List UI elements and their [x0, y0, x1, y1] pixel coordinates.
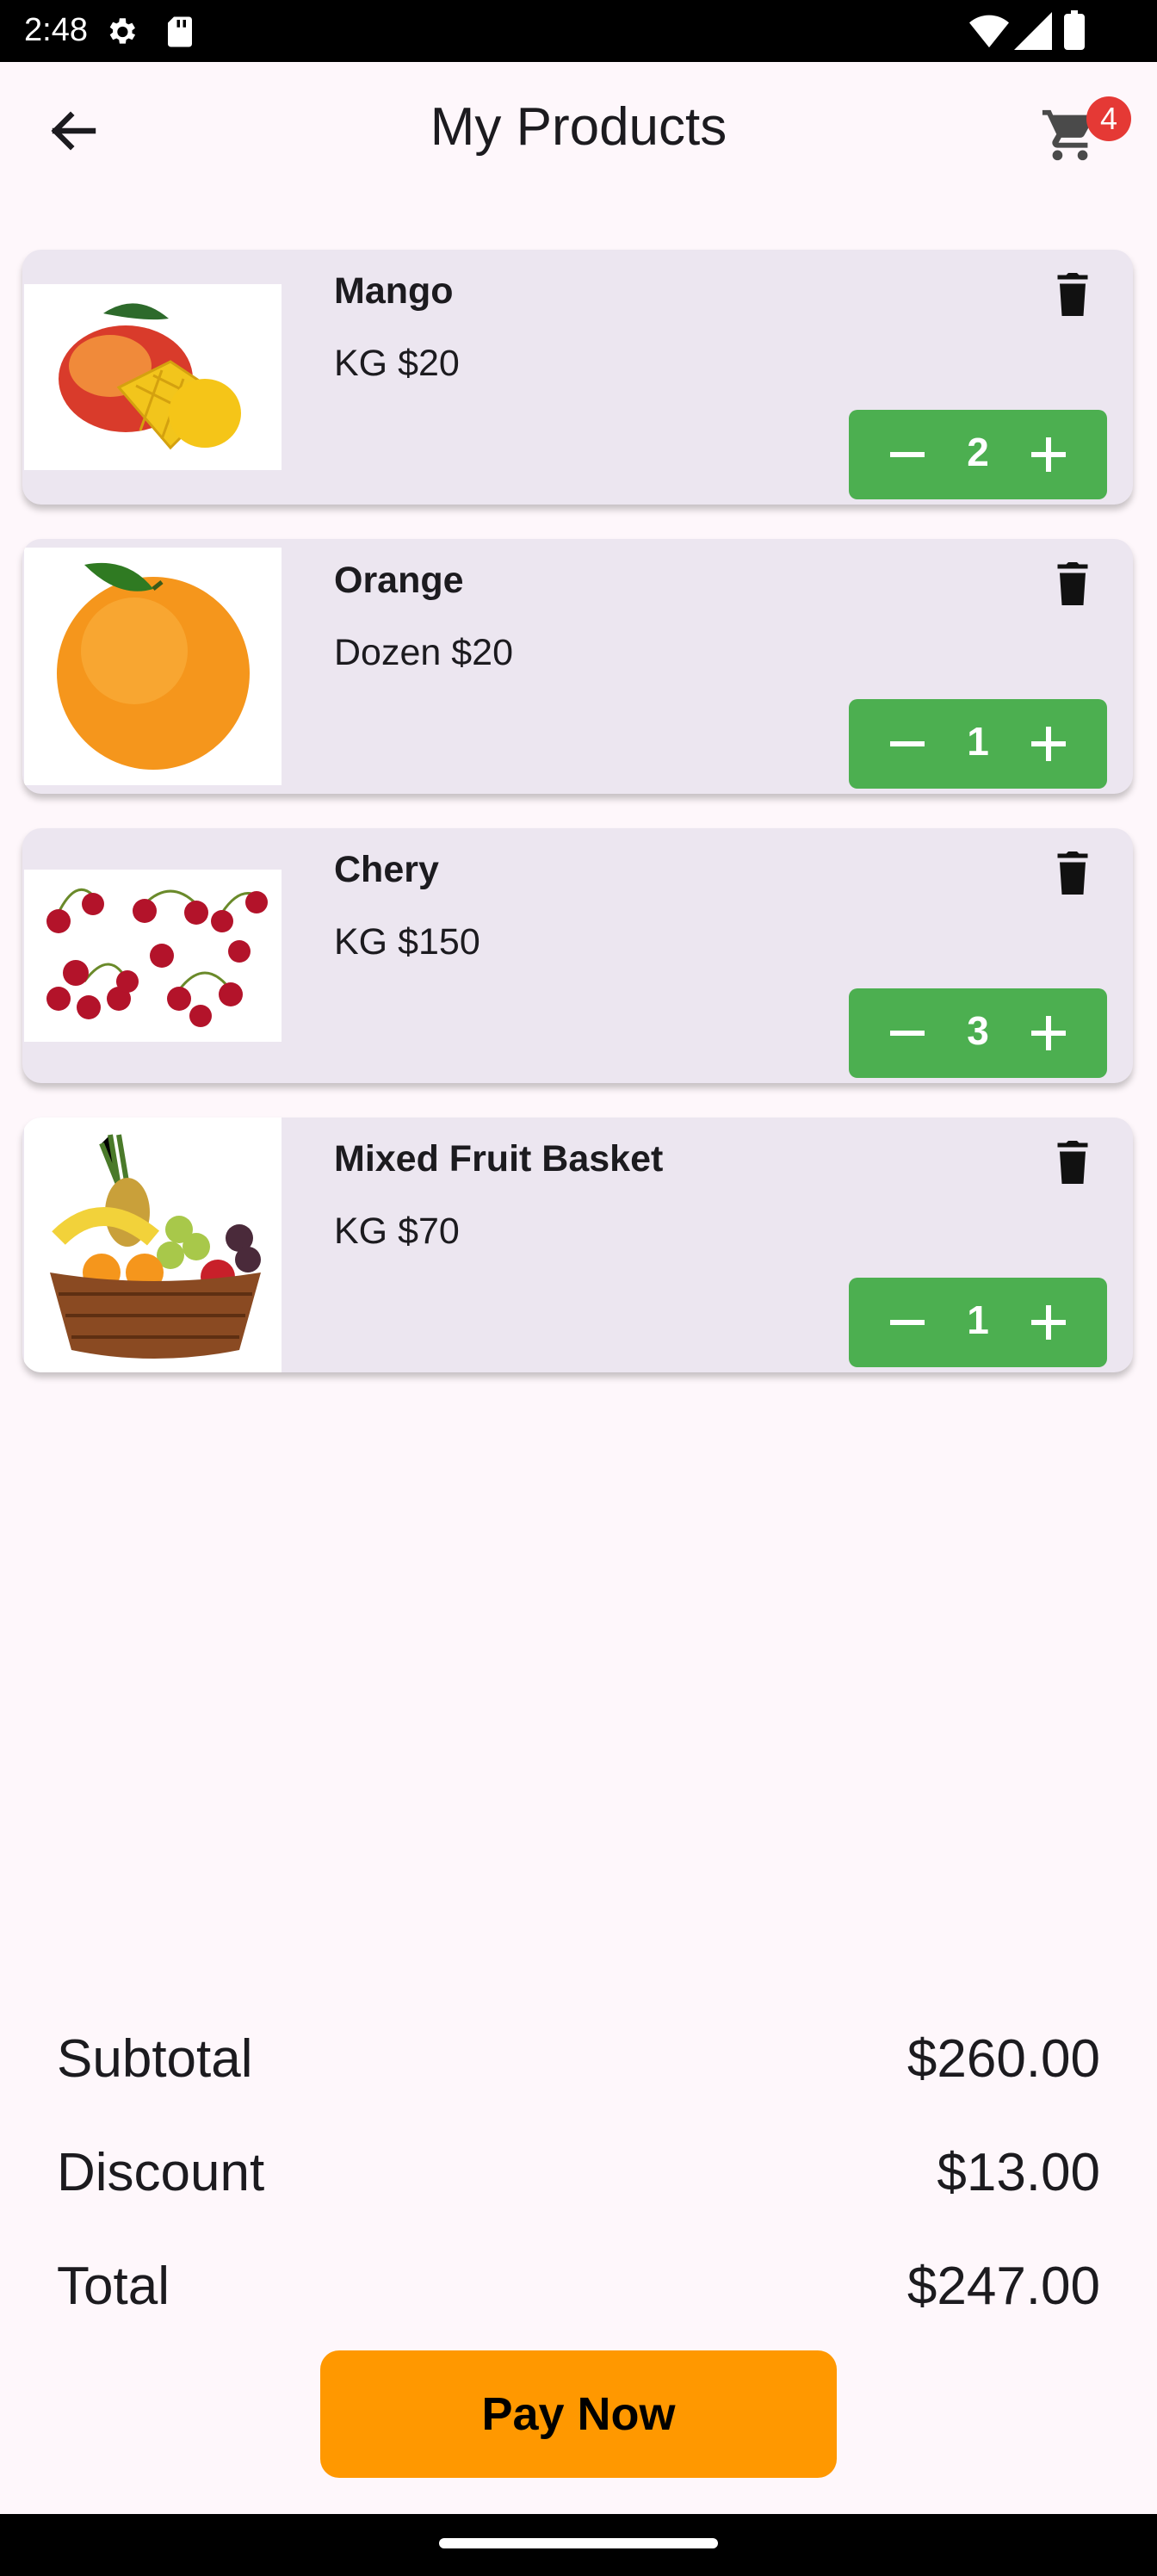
wifi-icon — [969, 15, 1009, 48]
total-value: $247.00 — [906, 2257, 1100, 2316]
plus-icon[interactable] — [1028, 1012, 1069, 1054]
orange-image — [57, 562, 250, 770]
delete-button[interactable] — [1047, 558, 1098, 610]
fruit-basket-image — [50, 1134, 261, 1359]
mango-image — [59, 303, 241, 450]
cherry-image — [46, 888, 268, 1027]
settings-icon — [109, 18, 136, 44]
quantity-value: 1 — [967, 1297, 989, 1342]
product-card: Chery KG $150 3 — [22, 828, 1133, 1083]
product-name: Chery — [334, 849, 439, 890]
subtotal-value: $260.00 — [906, 2029, 1100, 2089]
signal-icon — [1014, 12, 1052, 50]
quantity-stepper: 3 — [849, 988, 1107, 1078]
quantity-stepper: 1 — [849, 699, 1107, 789]
home-gesture-handle[interactable] — [439, 2538, 718, 2548]
quantity-value: 2 — [967, 430, 989, 474]
quantity-value: 1 — [967, 719, 989, 764]
battery-icon — [1064, 10, 1085, 50]
product-price: KG $150 — [334, 921, 480, 963]
quantity-stepper: 1 — [849, 1278, 1107, 1367]
product-card: Orange Dozen $20 1 — [22, 539, 1133, 794]
discount-value: $13.00 — [937, 2143, 1100, 2202]
quantity-stepper: 2 — [849, 410, 1107, 499]
delete-button[interactable] — [1047, 847, 1098, 899]
product-price: KG $20 — [334, 343, 460, 384]
pay-now-button[interactable]: Pay Now — [320, 2350, 837, 2478]
status-bar: 2:48 — [0, 0, 1157, 62]
product-image — [22, 1118, 282, 1372]
minus-icon[interactable] — [887, 1302, 928, 1343]
product-price: KG $70 — [334, 1211, 460, 1252]
cart-count-badge: 4 — [1086, 96, 1131, 141]
delete-button[interactable] — [1047, 269, 1098, 320]
discount-label: Discount — [57, 2143, 265, 2202]
product-price: Dozen $20 — [334, 632, 513, 673]
trash-icon — [1057, 273, 1088, 316]
status-time: 2:48 — [24, 12, 88, 48]
app-bar: My Products 4 — [0, 62, 1157, 200]
minus-icon[interactable] — [887, 1012, 928, 1054]
subtotal-label: Subtotal — [57, 2029, 253, 2089]
product-image — [22, 828, 282, 1083]
product-name: Mixed Fruit Basket — [334, 1138, 664, 1180]
product-name: Orange — [334, 560, 464, 601]
product-card: Mixed Fruit Basket KG $70 1 — [22, 1118, 1133, 1372]
navigation-bar — [0, 2514, 1157, 2576]
product-image — [22, 539, 282, 794]
trash-icon — [1057, 851, 1088, 895]
sd-card-icon — [168, 16, 192, 47]
minus-icon[interactable] — [887, 723, 928, 765]
minus-icon[interactable] — [887, 434, 928, 475]
product-name: Mango — [334, 270, 454, 312]
plus-icon[interactable] — [1028, 1302, 1069, 1343]
total-label: Total — [57, 2257, 170, 2316]
product-image — [22, 250, 282, 505]
plus-icon[interactable] — [1028, 434, 1069, 475]
plus-icon[interactable] — [1028, 723, 1069, 765]
quantity-value: 3 — [967, 1008, 989, 1053]
product-card: Mango KG $20 2 — [22, 250, 1133, 505]
trash-icon — [1057, 562, 1088, 605]
page-title: My Products — [430, 97, 727, 157]
delete-button[interactable] — [1047, 1136, 1098, 1188]
trash-icon — [1057, 1141, 1088, 1184]
